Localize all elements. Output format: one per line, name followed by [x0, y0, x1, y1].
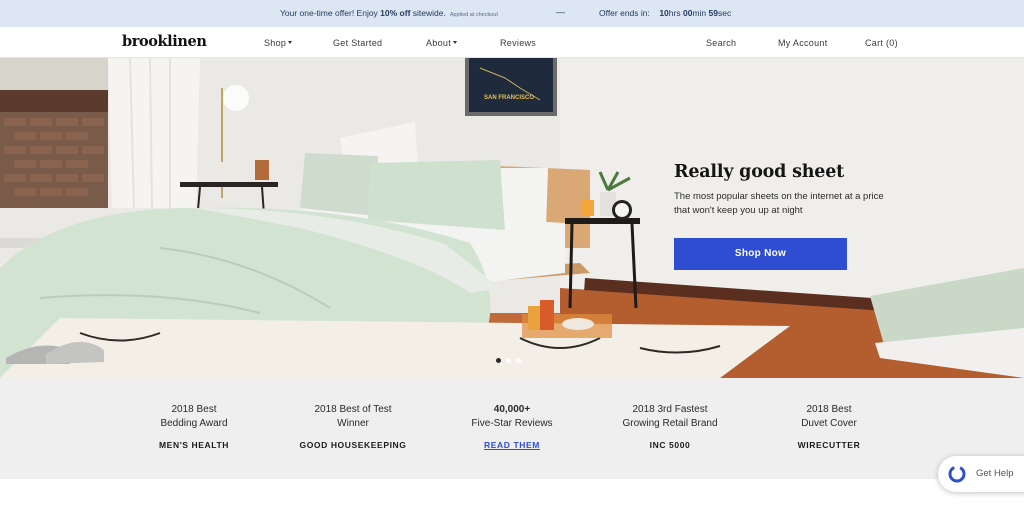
hero-copy: Really good sheet The most popular sheet… [674, 162, 884, 218]
award-line-2: Winner [337, 418, 369, 429]
award-line-2: Bedding Award [160, 418, 228, 429]
hero-subtitle: The most popular sheets on the internet … [674, 191, 884, 216]
read-reviews-link[interactable]: READ THEM [432, 440, 592, 450]
award-item: 2018 Best of Test Winner GOOD HOUSEKEEPI… [273, 403, 433, 450]
awards-strip: 2018 Best Bedding Award MEN'S HEALTH 201… [0, 378, 1024, 479]
countdown-seconds: 59 [708, 8, 718, 18]
award-line-1: 2018 3rd Fastest [632, 404, 708, 415]
carousel-dot-1[interactable] [496, 358, 501, 363]
award-item: 40,000+ Five-Star Reviews READ THEM [432, 403, 592, 450]
nav-my-account[interactable]: My Account [778, 38, 828, 48]
countdown-minutes-unit: min [692, 8, 707, 18]
promo-offer-suffix: sitewide. [410, 8, 446, 18]
nav-about-label: About [426, 38, 452, 48]
award-source: WIRECUTTER [797, 440, 861, 450]
award-source: INC 5000 [649, 440, 691, 450]
award-source: MEN'S HEALTH [159, 440, 229, 450]
promo-offer: Your one-time offer! Enjoy 10% off sitew… [280, 8, 498, 18]
award-source: GOOD HOUSEKEEPING [299, 440, 407, 450]
nav-get-started[interactable]: Get Started [333, 38, 382, 48]
announcement-bar: Your one-time offer! Enjoy 10% off sitew… [0, 0, 1024, 27]
countdown-hours: 10 [659, 8, 669, 18]
award-line-2: Duvet Cover [801, 418, 857, 429]
offer-countdown: Offer ends in: 10hrs 00min 59sec [599, 8, 731, 18]
countdown-seconds-unit: sec [718, 8, 732, 18]
main-nav: brooklinen Shop Get Started About Review… [0, 27, 1024, 58]
award-line-1: 2018 Best [806, 404, 852, 415]
award-item: 2018 3rd Fastest Growing Retail Brand IN… [590, 403, 750, 450]
nav-search[interactable]: Search [706, 38, 736, 48]
award-line-2: Growing Retail Brand [622, 418, 718, 429]
help-chat-icon [948, 465, 966, 483]
promo-note: Applied at checkout [449, 12, 498, 18]
nav-cart[interactable]: Cart (0) [865, 38, 898, 48]
poster-text: SAN FRANCISCO [484, 95, 534, 101]
award-line-2: Five-Star Reviews [471, 418, 553, 429]
get-help-label: Get Help [976, 468, 1014, 479]
award-item: 2018 Best Bedding Award MEN'S HEALTH [114, 403, 274, 450]
hero-title: Really good sheet [674, 162, 845, 182]
shop-now-button[interactable]: Shop Now [674, 238, 847, 270]
nav-about[interactable]: About [426, 38, 458, 48]
award-item: 2018 Best Duvet Cover WIRECUTTER [749, 403, 909, 450]
nav-shop-label: Shop [264, 38, 287, 48]
promo-separator: — [556, 7, 565, 17]
award-line-1: 2018 Best [171, 404, 217, 415]
hero-bedroom-image: SAN FRANCISCO [0, 58, 1024, 378]
countdown-hours-unit: hrs [668, 8, 681, 18]
carousel-dots [496, 350, 526, 368]
carousel-dot-3[interactable] [516, 358, 521, 363]
get-help-button[interactable]: Get Help [938, 456, 1024, 492]
caret-down-icon [288, 41, 293, 44]
countdown-label: Offer ends in: [599, 8, 650, 18]
award-line-1: 40,000+ [493, 404, 531, 415]
promo-discount: 10% off [380, 8, 411, 18]
carousel-dot-2[interactable] [506, 358, 511, 363]
award-line-1: 2018 Best of Test [314, 404, 392, 415]
caret-down-icon [453, 41, 458, 44]
nav-shop[interactable]: Shop [264, 38, 293, 48]
hero-banner: SAN FRANCISCO Really good sheet The most… [0, 58, 1024, 378]
nav-reviews[interactable]: Reviews [500, 38, 536, 48]
brand-logo[interactable]: brooklinen [122, 33, 207, 50]
promo-offer-prefix: Your one-time offer! Enjoy [280, 8, 381, 18]
